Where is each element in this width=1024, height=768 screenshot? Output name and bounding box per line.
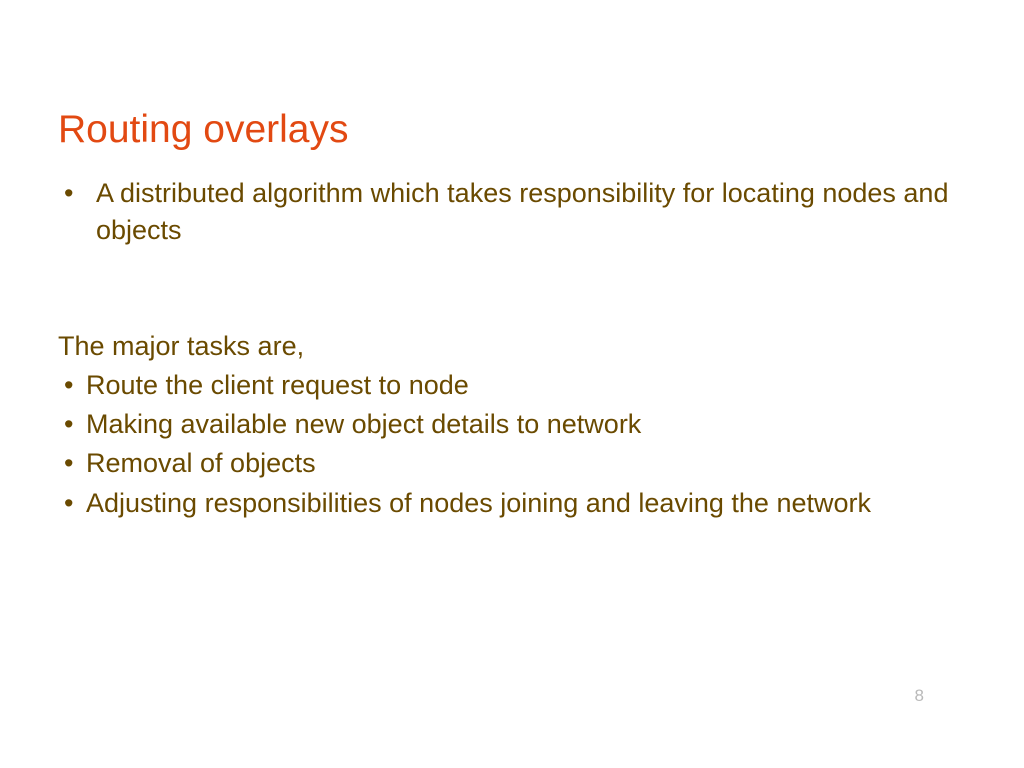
- task-list: • Route the client request to node • Mak…: [58, 367, 954, 522]
- task-text: Adjusting responsibilities of nodes join…: [86, 485, 954, 522]
- bullet-icon: •: [58, 175, 86, 212]
- bullet-icon: •: [58, 406, 86, 443]
- list-item: • Making available new object details to…: [58, 406, 954, 443]
- tasks-heading: The major tasks are,: [58, 328, 954, 365]
- slide: Routing overlays • A distributed algorit…: [0, 0, 1024, 768]
- bullet-icon: •: [58, 367, 86, 404]
- task-text: Route the client request to node: [86, 367, 954, 404]
- page-number: 8: [915, 686, 924, 706]
- slide-title: Routing overlays: [58, 108, 348, 152]
- intro-text: A distributed algorithm which takes resp…: [86, 175, 954, 250]
- list-item: • Route the client request to node: [58, 367, 954, 404]
- list-item: • Adjusting responsibilities of nodes jo…: [58, 485, 954, 522]
- intro-bullet: • A distributed algorithm which takes re…: [58, 175, 954, 250]
- slide-content: • A distributed algorithm which takes re…: [58, 175, 954, 522]
- task-text: Removal of objects: [86, 445, 954, 482]
- bullet-icon: •: [58, 445, 86, 482]
- list-item: • Removal of objects: [58, 445, 954, 482]
- task-text: Making available new object details to n…: [86, 406, 954, 443]
- bullet-icon: •: [58, 485, 86, 522]
